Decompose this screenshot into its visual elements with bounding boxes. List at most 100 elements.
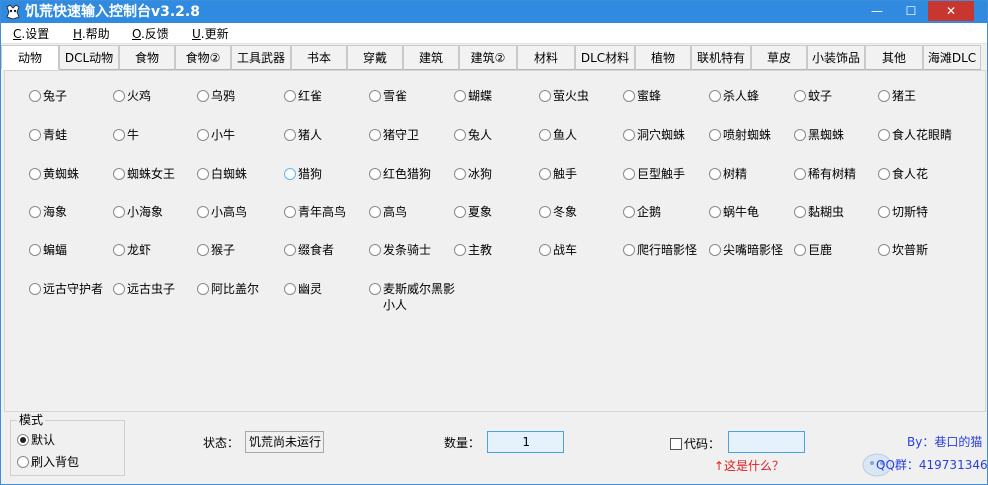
tab-5[interactable]: 书本 <box>291 45 347 70</box>
tab-6[interactable]: 穿戴 <box>347 45 403 70</box>
animal-radio[interactable] <box>113 283 125 295</box>
animal-option[interactable]: 猎狗 <box>284 166 322 182</box>
animal-radio[interactable] <box>709 244 721 256</box>
tab-14[interactable]: 小装饰品 <box>807 45 865 70</box>
animal-radio[interactable] <box>878 90 890 102</box>
animal-option[interactable]: 红色猎狗 <box>369 166 431 182</box>
animal-option[interactable]: 小高鸟 <box>197 204 247 220</box>
animal-option[interactable]: 黑蜘蛛 <box>794 127 844 143</box>
animal-radio[interactable] <box>623 129 635 141</box>
animal-option[interactable]: 猪王 <box>878 88 916 104</box>
animal-option[interactable]: 夏象 <box>454 204 492 220</box>
animal-option[interactable]: 触手 <box>539 166 577 182</box>
menu-update[interactable]: U.更新 <box>192 26 229 42</box>
animal-option[interactable]: 战车 <box>539 242 577 258</box>
animal-radio[interactable] <box>284 168 296 180</box>
animal-option[interactable]: 主教 <box>454 242 492 258</box>
tab-0[interactable]: 动物 <box>1 45 59 70</box>
animal-radio[interactable] <box>794 90 806 102</box>
animal-option[interactable]: 巨鹿 <box>794 242 832 258</box>
animal-radio[interactable] <box>623 90 635 102</box>
tab-4[interactable]: 工具武器 <box>231 45 291 70</box>
tab-13[interactable]: 草皮 <box>751 45 807 70</box>
animal-radio[interactable] <box>197 129 209 141</box>
animal-radio[interactable] <box>369 206 381 218</box>
animal-option[interactable]: 黄蜘蛛 <box>29 166 79 182</box>
animal-radio[interactable] <box>454 206 466 218</box>
animal-option[interactable]: 兔子 <box>29 88 67 104</box>
tab-10[interactable]: DLC材料 <box>575 45 635 70</box>
animal-option[interactable]: 雪雀 <box>369 88 407 104</box>
animal-radio[interactable] <box>29 129 41 141</box>
what-is-this-link[interactable]: ↑这是什么？ <box>714 458 784 474</box>
animal-radio[interactable] <box>113 90 125 102</box>
animal-option[interactable]: 蜘蛛女王 <box>113 166 175 182</box>
tab-1[interactable]: DCL动物 <box>59 45 119 70</box>
animal-radio[interactable] <box>794 206 806 218</box>
animal-option[interactable]: 冬象 <box>539 204 577 220</box>
animal-radio[interactable] <box>794 244 806 256</box>
animal-option[interactable]: 阿比盖尔 <box>197 281 259 297</box>
animal-option[interactable]: 蜜蜂 <box>623 88 661 104</box>
menu-feedback[interactable]: O.反馈 <box>132 26 169 42</box>
menu-settings[interactable]: C.设置 <box>13 26 49 42</box>
animal-radio[interactable] <box>369 168 381 180</box>
animal-radio[interactable] <box>197 206 209 218</box>
animal-radio[interactable] <box>539 129 551 141</box>
animal-radio[interactable] <box>197 168 209 180</box>
animal-radio[interactable] <box>454 90 466 102</box>
animal-option[interactable]: 小海象 <box>113 204 163 220</box>
animal-option[interactable]: 鱼人 <box>539 127 577 143</box>
animal-radio[interactable] <box>369 90 381 102</box>
animal-option[interactable]: 麦斯威尔黑影小人 <box>369 281 459 313</box>
tab-12[interactable]: 联机特有 <box>691 45 751 70</box>
tab-2[interactable]: 食物 <box>119 45 175 70</box>
animal-option[interactable]: 尖嘴暗影怪 <box>709 242 783 258</box>
title-bar[interactable]: 饥荒快速输入控制台v3.2.8 — ☐ ✕ <box>1 1 987 23</box>
animal-option[interactable]: 猴子 <box>197 242 235 258</box>
animal-radio[interactable] <box>284 244 296 256</box>
tab-9[interactable]: 材料 <box>517 45 575 70</box>
animal-option[interactable]: 火鸡 <box>113 88 151 104</box>
animal-option[interactable]: 蝴蝶 <box>454 88 492 104</box>
animal-option[interactable]: 猪守卫 <box>369 127 419 143</box>
animal-option[interactable]: 坎普斯 <box>878 242 928 258</box>
animal-option[interactable]: 企鹅 <box>623 204 661 220</box>
animal-option[interactable]: 海象 <box>29 204 67 220</box>
animal-radio[interactable] <box>113 129 125 141</box>
animal-radio[interactable] <box>539 168 551 180</box>
animal-option[interactable]: 蜗牛龟 <box>709 204 759 220</box>
animal-option[interactable]: 远古守护者 <box>29 281 103 297</box>
code-checkbox[interactable] <box>670 437 682 450</box>
animal-radio[interactable] <box>709 206 721 218</box>
menu-help[interactable]: H.帮助 <box>73 26 110 42</box>
animal-radio[interactable] <box>369 283 381 295</box>
close-button[interactable]: ✕ <box>928 1 974 21</box>
animal-radio[interactable] <box>454 168 466 180</box>
animal-option[interactable]: 红雀 <box>284 88 322 104</box>
animal-radio[interactable] <box>623 206 635 218</box>
animal-option[interactable]: 小牛 <box>197 127 235 143</box>
animal-radio[interactable] <box>794 129 806 141</box>
animal-option[interactable]: 爬行暗影怪 <box>623 242 697 258</box>
animal-option[interactable]: 远古虫子 <box>113 281 175 297</box>
animal-radio[interactable] <box>623 244 635 256</box>
animal-option[interactable]: 猪人 <box>284 127 322 143</box>
animal-radio[interactable] <box>878 168 890 180</box>
animal-option[interactable]: 发条骑士 <box>369 242 431 258</box>
animal-radio[interactable] <box>539 90 551 102</box>
animal-option[interactable]: 青蛙 <box>29 127 67 143</box>
animal-option[interactable]: 切斯特 <box>878 204 928 220</box>
animal-option[interactable]: 稀有树精 <box>794 166 856 182</box>
animal-radio[interactable] <box>878 206 890 218</box>
animal-radio[interactable] <box>539 206 551 218</box>
animal-option[interactable]: 蝙蝠 <box>29 242 67 258</box>
tab-3[interactable]: 食物② <box>175 45 231 70</box>
code-checkbox-group[interactable]: 代码： <box>670 435 720 452</box>
animal-option[interactable]: 洞穴蜘蛛 <box>623 127 685 143</box>
animal-radio[interactable] <box>284 129 296 141</box>
maximize-button[interactable]: ☐ <box>894 1 928 21</box>
tab-16[interactable]: 海滩DLC <box>923 45 981 70</box>
animal-option[interactable]: 杀人蜂 <box>709 88 759 104</box>
animal-radio[interactable] <box>284 90 296 102</box>
